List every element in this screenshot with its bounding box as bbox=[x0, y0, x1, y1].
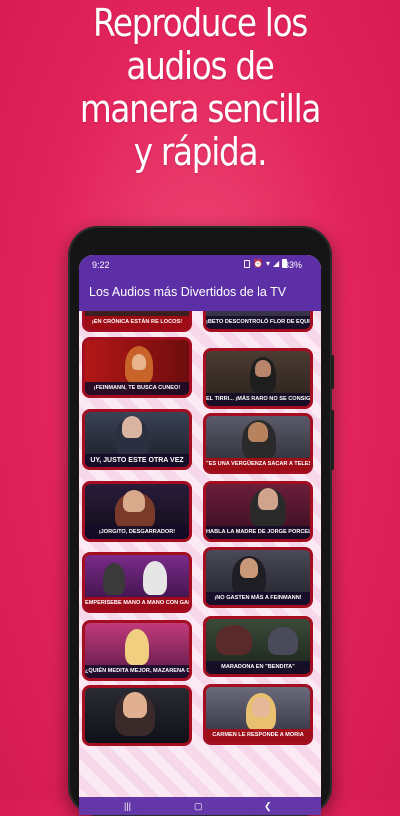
audio-tile[interactable] bbox=[82, 685, 192, 746]
wifi-icon: ▾ bbox=[265, 259, 270, 268]
thumbnail-person bbox=[252, 697, 270, 717]
audio-tile[interactable]: EL TIRRI... ¡MÁS RARO NO SE CONSIGUE! bbox=[203, 348, 313, 409]
tile-caption: EMPERISEBE MANO A MANO CON GALLARDO bbox=[85, 597, 189, 610]
audio-tile[interactable]: "ES UNA VERGÜENZA SACAR A TELESHOW" bbox=[203, 413, 313, 474]
thumbnail-person bbox=[143, 561, 167, 595]
thumbnail-person bbox=[258, 488, 278, 510]
phone-screen: 9:22 ⏰ ▾ ◢ 33% Los Audios más Divertidos… bbox=[79, 255, 321, 815]
thumbnail-person bbox=[103, 563, 125, 595]
back-icon[interactable]: ❮ bbox=[264, 801, 272, 812]
app-bar: Los Audios más Divertidos de la TV bbox=[79, 275, 321, 311]
audio-tile[interactable]: UY, JUSTO ESTE OTRA VEZ bbox=[82, 409, 192, 470]
thumbnail-person bbox=[125, 629, 149, 665]
audio-tile[interactable]: HABLA LA MADRE DE JORGE PORCEL bbox=[203, 481, 313, 542]
headline-line: y rápida. bbox=[133, 130, 268, 174]
thumbnail-person bbox=[132, 354, 146, 370]
audio-tile[interactable]: ¡NO GASTEN MÁS A FEINMANN! bbox=[203, 547, 313, 608]
home-icon[interactable]: ▢ bbox=[194, 801, 203, 812]
status-icons: ⏰ ▾ ◢ bbox=[244, 259, 288, 268]
audio-tile[interactable]: ¿QUIÉN MEDITA MEJOR, MAZARENA O CUNEO? bbox=[82, 620, 192, 681]
audio-tile[interactable]: MARADONA EN "BENDITA" bbox=[203, 616, 313, 677]
audio-tile[interactable]: ¡EN CRÓNICA ESTÁN RE LOCOS! bbox=[82, 311, 192, 332]
notification-icon bbox=[244, 259, 250, 268]
thumbnail-person bbox=[123, 692, 147, 718]
headline-line: Reproduce los bbox=[92, 1, 308, 45]
alarm-icon: ⏰ bbox=[253, 259, 263, 268]
tile-caption: MARADONA EN "BENDITA" bbox=[206, 661, 310, 674]
thumbnail-person bbox=[122, 416, 142, 438]
tile-caption: HABLA LA MADRE DE JORGE PORCEL bbox=[206, 526, 310, 539]
tile-caption: UY, JUSTO ESTE OTRA VEZ bbox=[85, 454, 189, 467]
battery-percent: 33% bbox=[284, 260, 303, 270]
volume-button bbox=[331, 410, 334, 470]
tile-caption: ¡FEINMANN, TE BUSCA CUNEO! bbox=[85, 382, 189, 395]
audio-tile[interactable]: ¡JORGITO, DESGARRADOR! bbox=[82, 481, 192, 542]
power-button bbox=[331, 355, 334, 389]
tile-caption: CARMEN LE RESPONDE A MORIA bbox=[206, 729, 310, 742]
audio-grid[interactable]: ¡EN CRÓNICA ESTÁN RE LOCOS! ¡BETO DESCON… bbox=[79, 311, 321, 815]
status-bar: 9:22 ⏰ ▾ ◢ 33% bbox=[79, 255, 321, 275]
tile-caption: ¡NO GASTEN MÁS A FEINMANN! bbox=[206, 592, 310, 605]
thumbnail-person bbox=[216, 625, 252, 655]
headline-line: audios de bbox=[126, 44, 275, 88]
thumbnail-person bbox=[268, 627, 298, 655]
tile-caption: ¿QUIÉN MEDITA MEJOR, MAZARENA O CUNEO? bbox=[85, 665, 189, 678]
headline-line: manera sencilla bbox=[79, 87, 322, 131]
tile-caption: ¡JORGITO, DESGARRADOR! bbox=[85, 526, 189, 539]
status-time: 9:22 bbox=[92, 260, 110, 270]
thumbnail-person bbox=[240, 558, 258, 578]
audio-tile[interactable]: CARMEN LE RESPONDE A MORIA bbox=[203, 684, 313, 745]
tile-caption: EL TIRRI... ¡MÁS RARO NO SE CONSIGUE! bbox=[206, 393, 310, 406]
recent-apps-icon[interactable]: ||| bbox=[124, 801, 131, 811]
app-title: Los Audios más Divertidos de la TV bbox=[89, 285, 287, 299]
thumbnail-person bbox=[248, 422, 268, 442]
audio-tile[interactable]: EMPERISEBE MANO A MANO CON GALLARDO bbox=[82, 552, 192, 613]
thumbnail-person bbox=[255, 360, 271, 377]
tile-caption: ¡EN CRÓNICA ESTÁN RE LOCOS! bbox=[85, 316, 189, 329]
headline: Reproduce los audios de manera sencilla … bbox=[28, 2, 372, 174]
tile-caption: "ES UNA VERGÜENZA SACAR A TELESHOW" bbox=[206, 458, 310, 471]
signal-icon: ◢ bbox=[272, 259, 280, 268]
audio-tile[interactable]: ¡FEINMANN, TE BUSCA CUNEO! bbox=[82, 337, 192, 398]
audio-tile[interactable]: ¡BETO DESCONTROLÓ FLOR DE EQUIPO! bbox=[203, 311, 313, 332]
tile-caption: ¡BETO DESCONTROLÓ FLOR DE EQUIPO! bbox=[206, 316, 310, 329]
thumbnail-person bbox=[123, 490, 145, 512]
